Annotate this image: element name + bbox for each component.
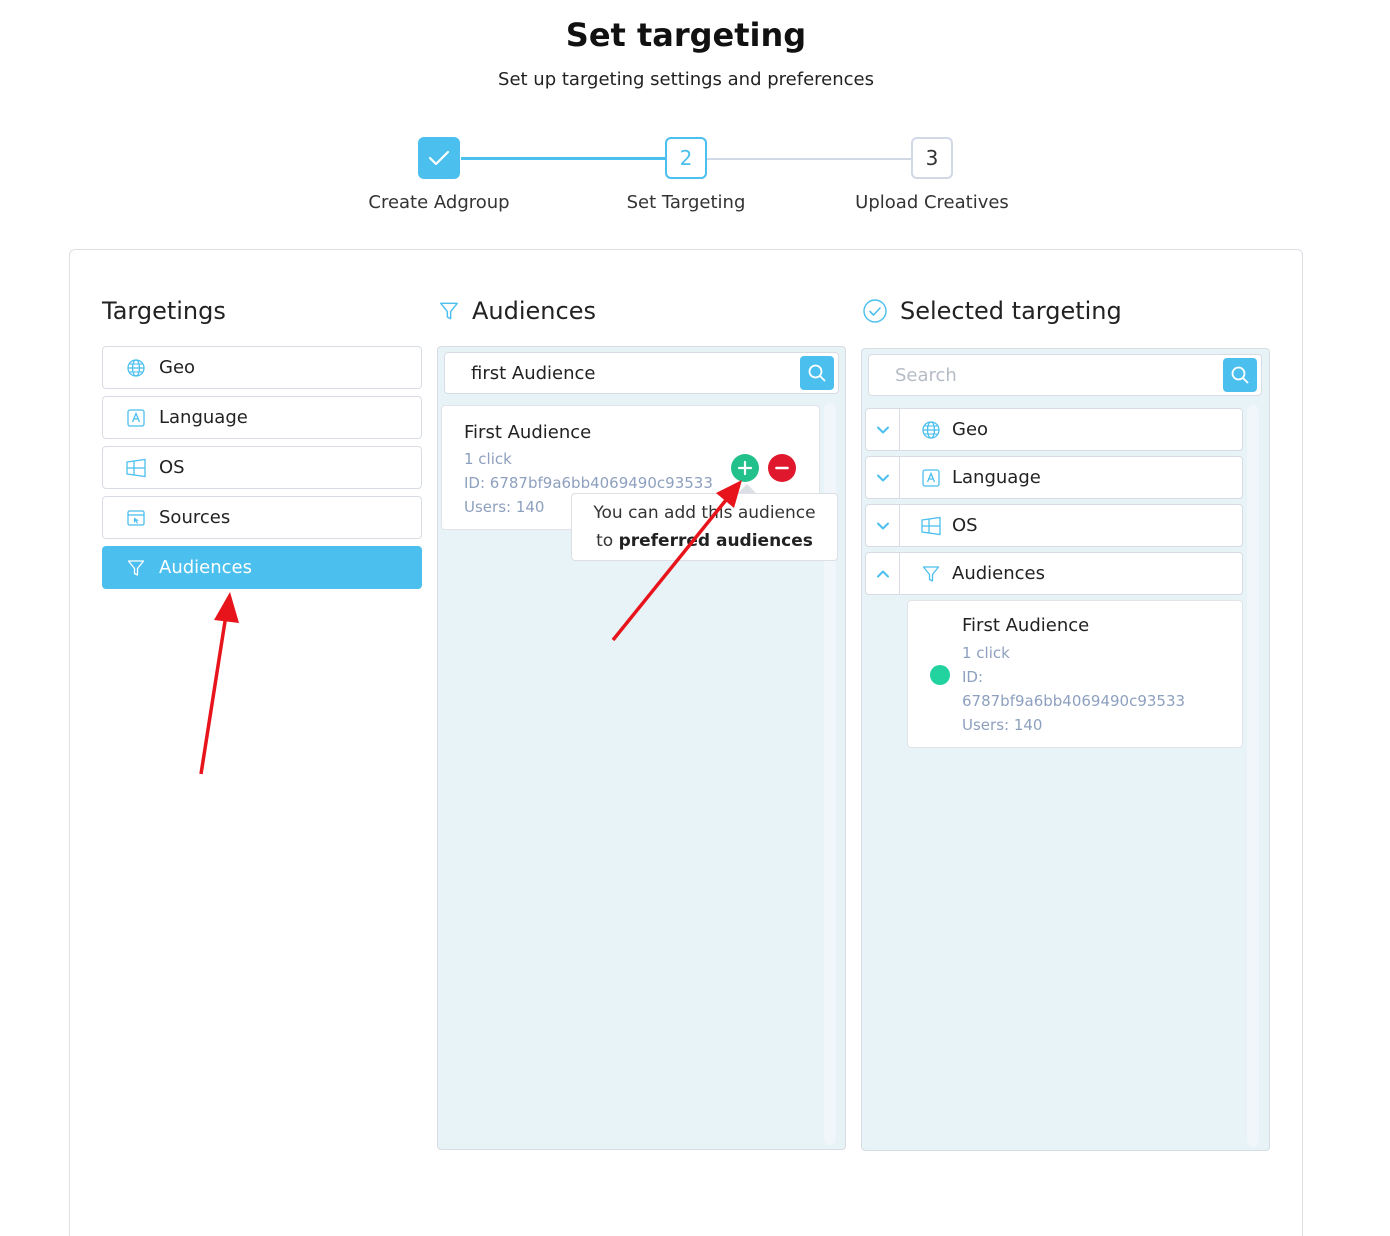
selected-search-input[interactable] <box>869 355 1223 395</box>
targeting-item-audiences[interactable]: Audiences <box>102 546 422 589</box>
step-2-label: Set Targeting <box>626 192 746 213</box>
checkmark-icon <box>428 150 450 166</box>
selected-group-geo[interactable]: Geo <box>865 408 1243 451</box>
selected-audience-id: 6787bf9a6bb4069490c93533 <box>962 692 1186 710</box>
funnel-icon <box>125 557 147 579</box>
included-status-dot <box>930 665 950 685</box>
selected-audience-id-label: ID: <box>962 668 984 686</box>
language-icon <box>920 467 942 489</box>
search-icon <box>808 364 826 382</box>
add-audience-tooltip: You can add this audience to preferred a… <box>571 493 838 561</box>
audience-users: Users: 140 <box>464 498 545 516</box>
audience-name: First Audience <box>464 422 592 443</box>
targeting-item-label: OS <box>159 457 185 478</box>
targetings-title: Targetings <box>102 297 226 325</box>
audiences-search-button[interactable] <box>800 356 834 390</box>
funnel-icon <box>438 300 460 322</box>
minus-icon <box>775 466 789 470</box>
targeting-item-os[interactable]: OS <box>102 446 422 489</box>
selected-audience-users: Users: 140 <box>962 716 1043 734</box>
selected-group-language[interactable]: Language <box>865 456 1243 499</box>
selected-group-label: Geo <box>952 419 989 440</box>
selected-group-header[interactable]: Language <box>899 456 1243 499</box>
chevron-down-icon <box>876 426 889 433</box>
tooltip-line-2: to preferred audiences <box>572 527 837 555</box>
audiences-search-input[interactable] <box>445 353 800 393</box>
windows-icon <box>125 457 147 479</box>
selected-group-audiences[interactable]: Audiences <box>865 552 1243 595</box>
step-1-checkmark[interactable] <box>418 137 460 179</box>
globe-icon <box>920 419 942 441</box>
selected-group-label: Audiences <box>952 563 1045 584</box>
step-1-label: Create Adgroup <box>368 192 510 213</box>
check-circle-icon <box>862 298 888 324</box>
step-3-label: Upload Creatives <box>855 192 1009 213</box>
stepper-line-pending <box>707 158 912 160</box>
globe-icon <box>125 357 147 379</box>
tooltip-arrow <box>738 484 756 493</box>
page-subtitle: Set up targeting settings and preference… <box>498 69 874 90</box>
selected-search-button[interactable] <box>1223 358 1257 392</box>
selected-scrollbar[interactable] <box>1247 405 1259 1147</box>
selected-search <box>868 354 1262 396</box>
targeting-item-sources[interactable]: Sources <box>102 496 422 539</box>
selected-group-label: OS <box>952 515 978 536</box>
audience-id: ID: 6787bf9a6bb4069490c93533 <box>464 474 713 492</box>
targeting-item-label: Audiences <box>159 557 252 578</box>
search-icon <box>1231 366 1249 384</box>
page-title: Set targeting <box>565 16 807 54</box>
selected-group-os[interactable]: OS <box>865 504 1243 547</box>
chevron-up-icon <box>876 570 889 577</box>
selected-targeting-title-text: Selected targeting <box>900 297 1122 325</box>
targetings-title-text: Targetings <box>102 297 226 325</box>
selected-group-header[interactable]: Geo <box>899 408 1243 451</box>
tooltip-text-to: to <box>596 531 614 551</box>
chevron-down-icon <box>876 474 889 481</box>
stepper-line-completed <box>461 157 666 160</box>
tooltip-line-1: You can add this audience <box>593 503 816 523</box>
browser-icon <box>125 507 147 529</box>
step-2-number[interactable]: 2 <box>665 137 707 179</box>
plus-icon <box>737 460 753 476</box>
chevron-down-icon <box>876 522 889 529</box>
targeting-item-label: Language <box>159 407 248 428</box>
expand-toggle[interactable] <box>865 504 899 547</box>
collapse-toggle[interactable] <box>865 552 899 595</box>
selected-audience-name: First Audience <box>962 615 1090 636</box>
language-icon <box>125 407 147 429</box>
targeting-item-label: Geo <box>159 357 196 378</box>
selected-audience-card[interactable]: First Audience 1 click ID: 6787bf9a6bb40… <box>907 600 1243 748</box>
step-3-number[interactable]: 3 <box>911 137 953 179</box>
expand-toggle[interactable] <box>865 456 899 499</box>
selected-targeting-title: Selected targeting <box>862 297 1122 325</box>
audience-type: 1 click <box>464 450 512 468</box>
audiences-search <box>444 352 839 394</box>
selected-group-header[interactable]: Audiences <box>899 552 1243 595</box>
audiences-title: Audiences <box>438 297 596 325</box>
expand-toggle[interactable] <box>865 408 899 451</box>
targeting-item-label: Sources <box>159 507 231 528</box>
add-audience-button[interactable] <box>731 454 759 482</box>
targeting-item-language[interactable]: Language <box>102 396 422 439</box>
funnel-icon <box>920 563 942 585</box>
tooltip-bold-text: preferred audiences <box>618 531 813 551</box>
exclude-audience-button[interactable] <box>768 454 796 482</box>
selected-group-label: Language <box>952 467 1041 488</box>
selected-group-header[interactable]: OS <box>899 504 1243 547</box>
selected-audience-type: 1 click <box>962 644 1010 662</box>
audiences-title-text: Audiences <box>472 297 596 325</box>
windows-icon <box>920 515 942 537</box>
targeting-item-geo[interactable]: Geo <box>102 346 422 389</box>
